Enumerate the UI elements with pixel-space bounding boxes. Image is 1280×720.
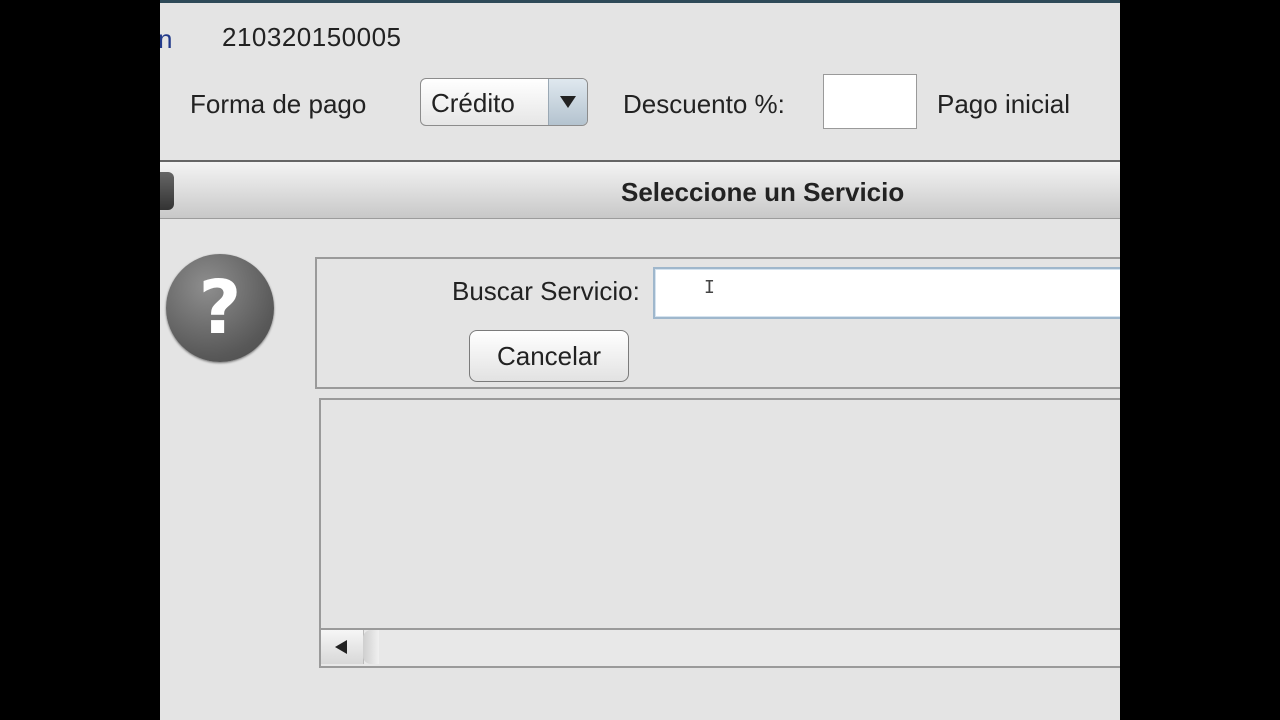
forma-de-pago-select[interactable]: Crédito	[420, 78, 588, 126]
question-icon: ?	[166, 254, 274, 362]
truncated-label: n	[160, 24, 173, 54]
cancel-button[interactable]: Cancelar	[469, 330, 629, 382]
pago-inicial-label: Pago inicial	[937, 89, 1070, 119]
titlebar-edge-control	[160, 172, 174, 210]
scrollbar-thumb[interactable]	[363, 630, 379, 664]
search-input[interactable]: I	[653, 267, 1120, 319]
dialog-titlebar[interactable]: Seleccione un Servicio	[160, 162, 1120, 219]
forma-de-pago-value: Crédito	[431, 88, 515, 118]
dialog-title: Seleccione un Servicio	[621, 177, 905, 207]
services-list[interactable]	[319, 398, 1120, 668]
dropdown-button[interactable]	[548, 79, 587, 125]
search-label: Buscar Servicio:	[452, 276, 640, 306]
invoice-number: 210320150005	[222, 22, 402, 52]
app-window: n 210320150005 Forma de pago Crédito Des…	[160, 0, 1120, 720]
arrow-left-icon	[335, 640, 347, 654]
descuento-label: Descuento %:	[623, 89, 785, 119]
chevron-down-icon	[560, 96, 576, 108]
scroll-left-button[interactable]	[321, 630, 364, 664]
horizontal-scrollbar[interactable]	[321, 628, 1120, 666]
text-cursor-icon: I	[704, 277, 715, 298]
descuento-field[interactable]	[823, 74, 917, 129]
forma-de-pago-label: Forma de pago	[190, 89, 367, 119]
window-top-border	[160, 0, 1120, 3]
